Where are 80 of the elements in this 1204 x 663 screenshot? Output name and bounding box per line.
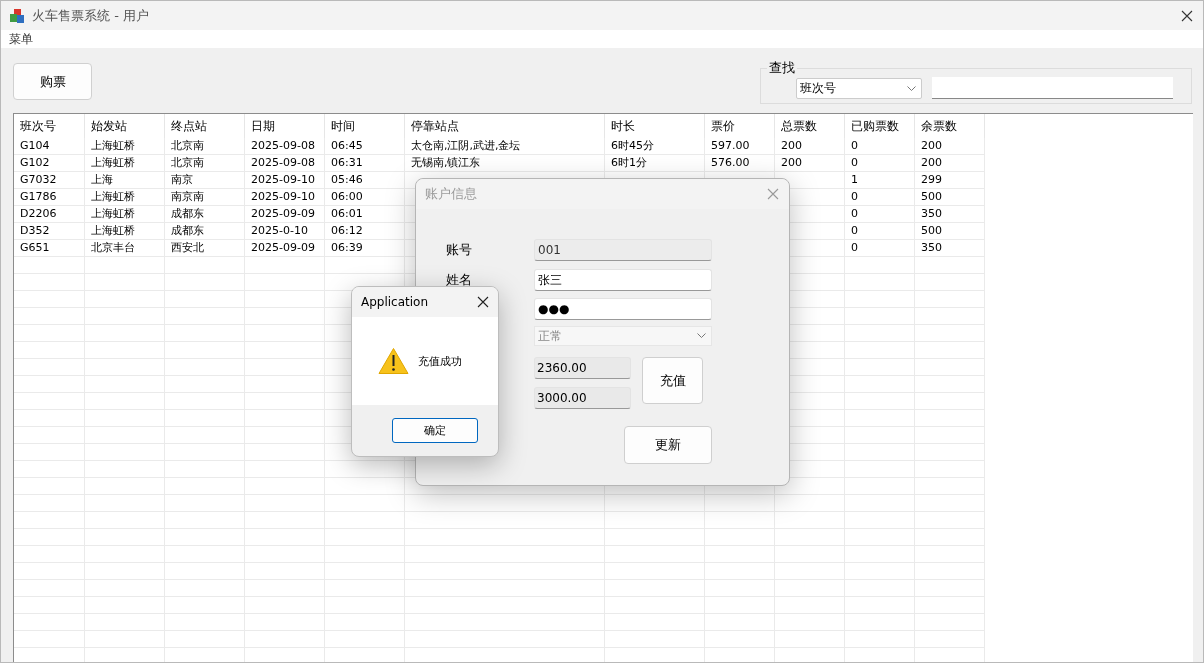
table-cell-text: 上海	[90, 172, 114, 188]
table-cell-text: 500	[920, 189, 943, 205]
table-cell-text: G102	[19, 155, 51, 171]
table-cell-text: 06:39	[330, 240, 364, 256]
amount-field[interactable]: 2360.00	[534, 357, 631, 379]
table-cell-text: 0	[850, 155, 859, 171]
update-button[interactable]: 更新	[624, 426, 712, 464]
table-cell-text: 北京南	[170, 138, 205, 154]
table-cell-text: 南京	[170, 172, 194, 188]
amount-field[interactable]: 3000.00	[534, 387, 631, 409]
message-text: 充值成功	[418, 353, 462, 369]
table-cell-text: 0	[850, 189, 859, 205]
table-cell-text: 上海虹桥	[90, 189, 136, 205]
table-cell-text: 350	[920, 206, 943, 222]
table-cell-text: 成都东	[170, 206, 205, 222]
text-field[interactable]: 张三	[534, 269, 712, 291]
table-cell-text: 无锡南,镇江东	[410, 155, 482, 171]
dialog-title: Application	[361, 295, 429, 309]
table-cell-text: 200	[780, 138, 803, 154]
table-cell-text: 576.00	[710, 155, 751, 171]
search-input[interactable]	[932, 77, 1173, 99]
table-cell-text: 0	[850, 223, 859, 239]
app-icon	[9, 7, 25, 24]
table-cell-text: 北京南	[170, 155, 205, 171]
table-cell-text: 299	[920, 172, 943, 188]
menu-item[interactable]: 菜单	[8, 30, 34, 48]
table-cell-text: 597.00	[710, 138, 751, 154]
close-icon[interactable]	[477, 296, 489, 308]
text-field[interactable]: 001	[534, 239, 712, 261]
table-cell-text: 2025-09-09	[250, 206, 316, 222]
table-cell-text: 6时1分	[610, 155, 648, 171]
field-label: 账号	[445, 241, 473, 259]
warning-icon	[378, 347, 409, 375]
table-cell-text: 0	[850, 138, 859, 154]
table-cell-text: 2025-09-09	[250, 240, 316, 256]
table-cell-text: 太仓南,江阴,武进,金坛	[410, 138, 522, 154]
table-cell-text: 2025-09-08	[250, 155, 316, 171]
table-cell-text: 2025-09-08	[250, 138, 316, 154]
table-cell-text: G104	[19, 138, 51, 154]
table-cell-text: 上海虹桥	[90, 155, 136, 171]
search-field-dropdown[interactable]: 班次号	[796, 78, 922, 99]
table-cell-text: G7032	[19, 172, 58, 188]
group-label: 查找	[767, 60, 797, 76]
table-cell-text: 06:01	[330, 206, 364, 222]
table-cell-text: 05:46	[330, 172, 364, 188]
table-cell-text: 200	[920, 155, 943, 171]
close-icon[interactable]	[1181, 9, 1193, 22]
table-cell-text: 上海虹桥	[90, 206, 136, 222]
table-cell-text: 上海虹桥	[90, 223, 136, 239]
table-cell-text: G1786	[19, 189, 58, 205]
table-cell-text: 南京南	[170, 189, 205, 205]
table-cell-text: 西安北	[170, 240, 205, 256]
ok-button[interactable]: 确定	[392, 418, 478, 443]
table-cell-text: D352	[19, 223, 51, 239]
table-cell-text: D2206	[19, 206, 58, 222]
table-cell-text: 200	[780, 155, 803, 171]
table-cell-text: 06:45	[330, 138, 364, 154]
table-cell-text: 350	[920, 240, 943, 256]
table-cell-text: 200	[920, 138, 943, 154]
table-cell-text: 成都东	[170, 223, 205, 239]
text-field[interactable]: ●●●	[534, 298, 712, 320]
recharge-button[interactable]: 充值	[642, 357, 703, 404]
table-cell-text: 06:31	[330, 155, 364, 171]
table-cell-text: 0	[850, 206, 859, 222]
table-cell-text: 北京丰台	[90, 240, 136, 256]
table-cell-text: 6时45分	[610, 138, 655, 154]
dialog-title: 账户信息	[425, 185, 477, 203]
table-cell-text: 06:12	[330, 223, 364, 239]
table-cell-text: 1	[850, 172, 859, 188]
table-cell-text: 2025-0-10	[250, 223, 309, 239]
table-cell-text: 2025-09-10	[250, 189, 316, 205]
table-cell-text: G651	[19, 240, 51, 256]
table-cell-text: 2025-09-10	[250, 172, 316, 188]
table-cell-text: 06:00	[330, 189, 364, 205]
field-label: 姓名	[445, 271, 473, 289]
window-title: 火车售票系统 - 用户	[32, 6, 149, 25]
table-cell-text: 上海虹桥	[90, 138, 136, 154]
table-cell-text: 500	[920, 223, 943, 239]
table-cell-text: 0	[850, 240, 859, 256]
buy-ticket-button[interactable]: 购票	[13, 63, 92, 100]
